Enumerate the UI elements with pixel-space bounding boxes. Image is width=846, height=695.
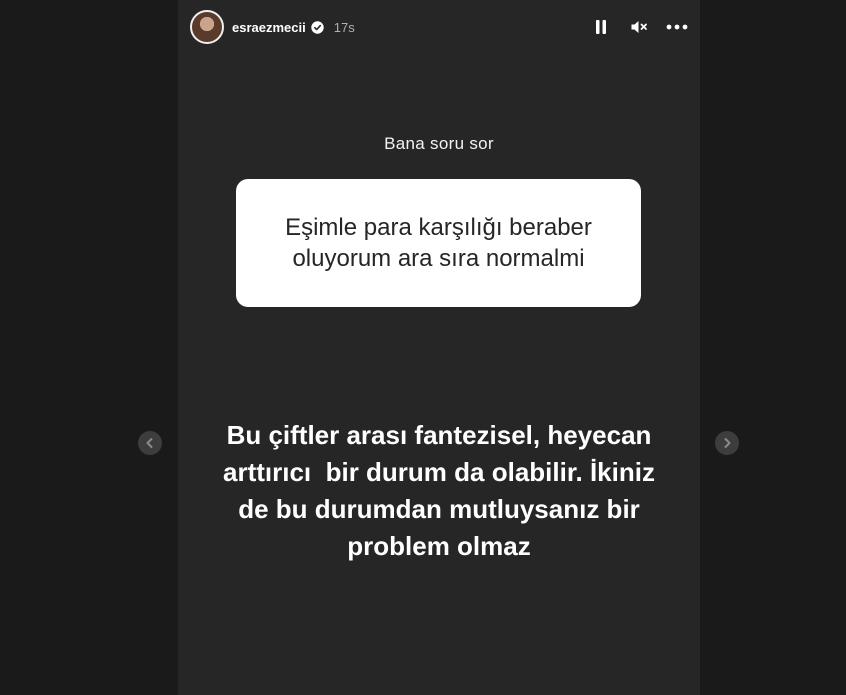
- more-options-icon: [666, 24, 688, 30]
- story-viewer: esraezmecii 17s Bana soru sor Eşimle par…: [0, 0, 846, 695]
- pause-button[interactable]: [590, 16, 612, 38]
- question-line: Eşimle para karşılığı beraber: [285, 214, 592, 241]
- answer-text: Bu çiftler arası fantezisel, heyecan art…: [188, 417, 690, 565]
- chevron-right-icon: [724, 438, 731, 448]
- mute-button[interactable]: [628, 16, 650, 38]
- story-header: esraezmecii 17s: [190, 8, 688, 46]
- story-controls: [590, 16, 688, 38]
- post-time: 17s: [333, 19, 355, 35]
- next-story-button[interactable]: [715, 431, 739, 455]
- story-frame[interactable]: esraezmecii 17s Bana soru sor Eşimle par…: [178, 0, 700, 695]
- username[interactable]: esraezmecii: [232, 20, 306, 35]
- pause-icon: [596, 20, 606, 34]
- answer-line: Bu çiftler arası fantezisel, heyecan: [226, 420, 652, 450]
- avatar[interactable]: [190, 10, 224, 44]
- question-card: Eşimle para karşılığı beraber oluyorum a…: [236, 179, 641, 307]
- question-prompt-label: Bana soru sor: [384, 134, 494, 153]
- answer-line: arttırıcı bir durum da olabilir. İkiniz: [223, 457, 655, 487]
- verified-badge-icon: [311, 20, 324, 34]
- question-line: oluyorum ara sıra normalmi: [292, 245, 585, 272]
- answer-line: de bu durumdan mutluysanız bir: [238, 494, 640, 524]
- chevron-left-icon: [146, 438, 153, 448]
- muted-speaker-icon: [631, 21, 647, 33]
- answer-line: problem olmaz: [347, 531, 531, 561]
- more-options-button[interactable]: [666, 16, 688, 38]
- previous-story-button[interactable]: [138, 431, 162, 455]
- question-text: Eşimle para karşılığı beraber oluyorum a…: [259, 212, 619, 274]
